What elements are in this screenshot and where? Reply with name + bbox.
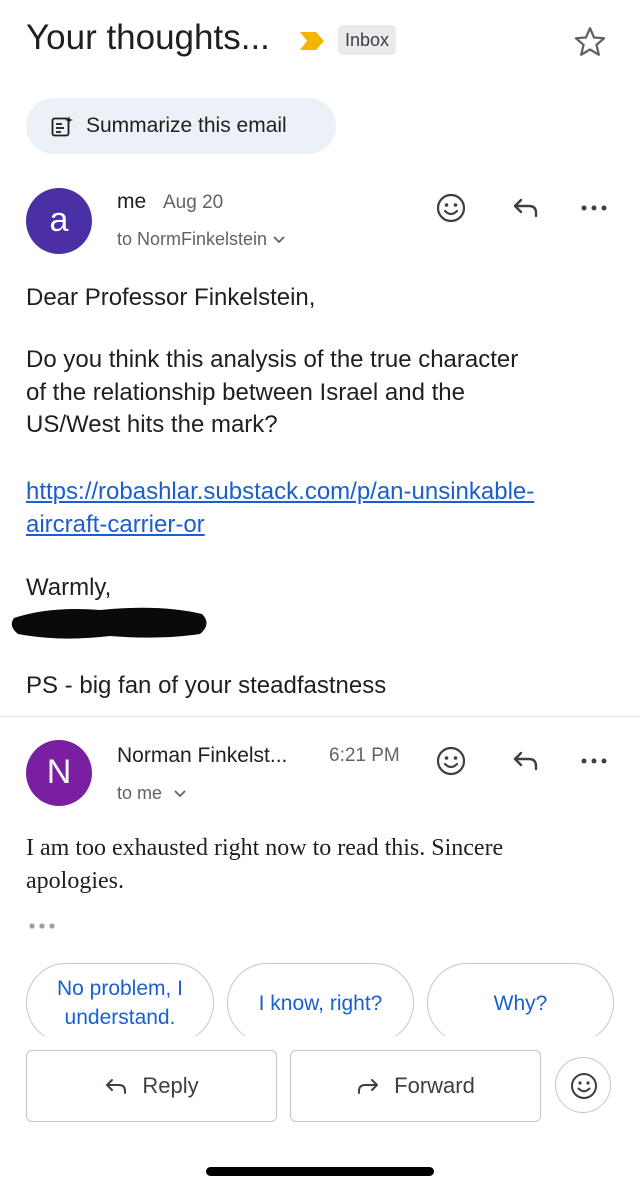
home-indicator[interactable] xyxy=(206,1167,434,1176)
emoji-smile-icon xyxy=(571,1073,597,1099)
sender-avatar[interactable]: N xyxy=(26,740,92,806)
ps-text: PS - big fan of your steadfastness xyxy=(26,672,387,699)
forward-icon xyxy=(358,1079,379,1094)
more-options-icon[interactable] xyxy=(574,741,614,781)
star-outline-icon[interactable] xyxy=(572,24,608,60)
body-line: of the relationship between Israel and t… xyxy=(26,378,465,406)
smart-reply-chip[interactable]: Why? xyxy=(427,963,614,1043)
smart-reply-chip[interactable]: No problem, I understand. xyxy=(26,963,214,1043)
recipient-label: to NormFinkelstein xyxy=(117,229,268,249)
chevron-down-icon xyxy=(273,236,285,244)
message-time: 6:21 PM xyxy=(329,745,400,766)
emoji-react-button[interactable] xyxy=(555,1057,611,1113)
reply-icon xyxy=(106,1079,127,1094)
sender-name: Norman Finkelst... xyxy=(117,744,288,767)
forward-label: Forward xyxy=(394,1073,475,1098)
summarize-email-button[interactable]: Summarize this email xyxy=(26,98,336,154)
add-reaction-icon[interactable] xyxy=(431,188,471,228)
recipient-details-toggle[interactable]: to NormFinkelstein xyxy=(117,229,285,250)
message-date: Aug 20 xyxy=(163,192,224,213)
importance-marker-icon[interactable] xyxy=(298,30,326,52)
subject-row: Your thoughts... Inbox xyxy=(26,14,616,66)
redacted-signature-mark xyxy=(11,607,207,639)
reply-arrow-icon[interactable] xyxy=(504,741,544,781)
reply-line: I am too exhausted right now to read thi… xyxy=(26,835,504,861)
reply-line: apologies. xyxy=(26,868,124,894)
reply-button[interactable]: Reply xyxy=(26,1050,277,1122)
article-link[interactable]: https://robashlar.substack.com/p/an-unsi… xyxy=(26,476,534,541)
reply-label: Reply xyxy=(142,1073,199,1098)
email-subject: Your thoughts... xyxy=(26,18,270,57)
body-line: Do you think this analysis of the true c… xyxy=(26,346,519,373)
more-options-icon[interactable] xyxy=(574,188,614,228)
inbox-label-chip[interactable]: Inbox xyxy=(338,25,397,55)
sender-avatar[interactable]: a xyxy=(26,188,92,254)
reply-body: I am too exhausted right now to read thi… xyxy=(26,832,503,898)
greeting-text: Dear Professor Finkelstein, xyxy=(26,284,316,311)
add-reaction-icon[interactable] xyxy=(431,741,471,781)
summarize-sparkle-icon xyxy=(51,116,73,137)
body-line: US/West hits the mark? xyxy=(26,411,278,438)
reply-arrow-icon[interactable] xyxy=(504,188,544,228)
chevron-down-icon xyxy=(174,790,186,798)
recipient-label: to me xyxy=(117,783,163,803)
link-line: https://robashlar.substack.com/p/an-unsi… xyxy=(26,478,535,505)
recipient-details-toggle[interactable]: to me xyxy=(117,783,186,804)
forward-button[interactable]: Forward xyxy=(290,1050,541,1122)
chip-row-clip xyxy=(0,1036,640,1050)
link-line: aircraft-carrier-or xyxy=(26,510,205,538)
smart-reply-chip[interactable]: I know, right? xyxy=(227,963,414,1043)
message-divider xyxy=(0,716,640,717)
summarize-label: Summarize this email xyxy=(86,114,287,137)
sender-name: me xyxy=(117,190,147,213)
show-trimmed-content-icon[interactable] xyxy=(26,918,62,934)
